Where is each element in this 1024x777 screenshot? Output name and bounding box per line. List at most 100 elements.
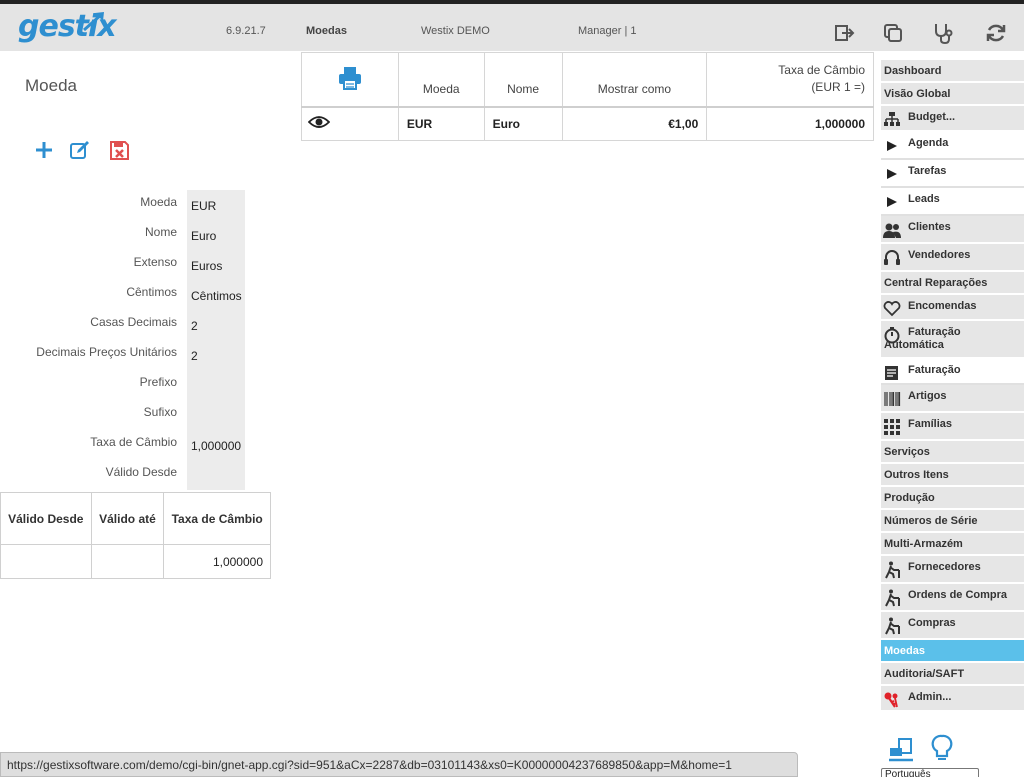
form-value[interactable]: Euros <box>187 250 245 280</box>
sidebar-item-leads[interactable]: Leads <box>881 188 1024 216</box>
version-label: 6.9.21.7 <box>226 25 266 37</box>
sidebar-item-ordens-compra[interactable]: Ordens de Compra <box>881 584 1024 612</box>
form-row-nome: Nome Euro <box>0 220 245 250</box>
language-select[interactable]: Português <box>881 768 979 777</box>
form-value[interactable]: EUR <box>187 190 245 220</box>
logout-icon[interactable] <box>833 22 855 44</box>
sidebar-item-familias[interactable]: Famílias <box>881 413 1024 441</box>
form-row-sufixo: Sufixo <box>0 400 245 430</box>
sidebar-item-servicos[interactable]: Serviços <box>881 441 1024 464</box>
sidebar-item-moedas[interactable]: Moedas <box>881 640 1024 663</box>
form-row-valido-desde: Válido Desde <box>0 460 245 490</box>
sidebar-item-auditoria-saft[interactable]: Auditoria/SAFT <box>881 663 1024 686</box>
play-icon <box>887 141 897 151</box>
cell-name: Euro <box>483 106 563 141</box>
sidebar-item-artigos[interactable]: Artigos <box>881 385 1024 413</box>
sidebar-item-dashboard[interactable]: Dashboard <box>881 60 1024 83</box>
warehouse-icon[interactable] <box>888 736 914 766</box>
sidebar-item-visao-global[interactable]: Visão Global <box>881 83 1024 106</box>
add-icon[interactable] <box>33 139 55 161</box>
stethoscope-icon[interactable] <box>932 22 954 44</box>
status-bar-url: https://gestixsoftware.com/demo/cgi-bin/… <box>0 752 798 777</box>
sidebar-item-label: Ordens de Compra <box>908 589 1008 601</box>
form-value[interactable]: Cêntimos <box>187 280 245 310</box>
user-label[interactable]: Manager | 1 <box>578 25 637 37</box>
printer-icon[interactable] <box>337 65 363 91</box>
sidebar-item-admin[interactable]: Admin... <box>881 686 1024 712</box>
sidebar-item-tarefas[interactable]: Tarefas <box>881 160 1024 188</box>
sidebar-item-label: Multi-Armazém <box>884 538 963 550</box>
cell-rate: 1,000000 <box>706 106 874 141</box>
column-header-nome[interactable]: Nome <box>483 52 563 108</box>
form-row-casas-decimais: Casas Decimais 2 <box>0 310 245 340</box>
sidebar-item-label: Produção <box>884 492 935 504</box>
grid-icon <box>884 419 900 435</box>
sidebar-item-label: Compras <box>908 617 956 629</box>
header-rate-line1: Taxa de Câmbio <box>778 62 865 77</box>
form-value[interactable] <box>187 400 245 430</box>
print-header[interactable] <box>301 52 399 108</box>
form-label: Extenso <box>133 255 177 269</box>
logo-arrow-icon <box>83 12 104 32</box>
sidebar-item-faturacao-automatica[interactable]: Faturação Automática <box>881 321 1024 359</box>
sidebar-item-outros-itens[interactable]: Outros Itens <box>881 464 1024 487</box>
sidebar-item-label: Clientes <box>908 221 951 233</box>
walker-icon <box>885 561 900 579</box>
sidebar-item-encomendas[interactable]: Encomendas <box>881 295 1024 321</box>
sidebar-item-producao[interactable]: Produção <box>881 487 1024 510</box>
column-header-moeda[interactable]: Moeda <box>397 52 485 108</box>
sidebar-item-label: Famílias <box>908 418 953 430</box>
form-row-taxa-cambio: Taxa de Câmbio 1,000000 <box>0 430 245 460</box>
table-header-row: Válido Desde Válido até Taxa de Câmbio <box>0 492 271 545</box>
form-value[interactable]: 1,000000 <box>187 430 245 460</box>
sidebar-item-central-reparacoes[interactable]: Central Reparações <box>881 272 1024 295</box>
sidebar-item-numeros-serie[interactable]: Números de Série <box>881 510 1024 533</box>
copy-window-icon[interactable] <box>882 22 904 44</box>
column-header[interactable]: Válido Desde <box>0 492 92 545</box>
stopwatch-icon <box>884 327 900 344</box>
refresh-icon[interactable] <box>985 22 1007 44</box>
header-rate-line2: (EUR 1 =) <box>811 79 865 94</box>
delete-icon[interactable] <box>108 139 130 161</box>
currencies-table: Moeda Nome Mostrar como Taxa de Câmbio (… <box>301 52 874 141</box>
form-label: Taxa de Câmbio <box>90 435 177 449</box>
sidebar-item-clientes[interactable]: Clientes <box>881 216 1024 244</box>
column-header-taxa-cambio[interactable]: Taxa de Câmbio (EUR 1 =) <box>706 52 874 108</box>
table-header-row: Moeda Nome Mostrar como Taxa de Câmbio (… <box>301 52 874 108</box>
sidebar-item-label: Moedas <box>884 645 925 657</box>
sidebar-item-faturacao[interactable]: Faturação <box>881 359 1024 385</box>
table-row[interactable]: 1,000000 <box>0 544 271 579</box>
form-label: Sufixo <box>143 405 177 419</box>
exchange-history-table: Válido Desde Válido até Taxa de Câmbio 1… <box>0 492 271 579</box>
keys-icon <box>884 692 898 708</box>
sidebar-item-agenda[interactable]: Agenda <box>881 132 1024 160</box>
sidebar-item-label: Agenda <box>908 137 949 149</box>
table-row[interactable]: EUR Euro €1,00 1,000000 <box>301 106 874 141</box>
view-cell[interactable] <box>301 106 399 141</box>
column-header[interactable]: Taxa de Câmbio <box>163 492 271 545</box>
sidebar-item-multi-armazem[interactable]: Multi-Armazém <box>881 533 1024 556</box>
sidebar-item-fornecedores[interactable]: Fornecedores <box>881 556 1024 584</box>
column-header-mostrar-como[interactable]: Mostrar como <box>561 52 708 108</box>
sidebar-item-label: Fornecedores <box>908 561 981 573</box>
form-value[interactable] <box>187 370 245 400</box>
form-label: Válido Desde <box>105 465 177 479</box>
edit-icon[interactable] <box>69 139 91 161</box>
sidebar-item-label: Auditoria/SAFT <box>884 668 965 680</box>
form-row-prefixo: Prefixo <box>0 370 245 400</box>
play-icon <box>887 197 897 207</box>
eye-icon[interactable] <box>307 115 331 129</box>
document-icon <box>885 366 898 380</box>
form-value[interactable]: 2 <box>187 310 245 340</box>
column-header[interactable]: Válido até <box>90 492 165 545</box>
lightbulb-icon[interactable] <box>929 734 955 764</box>
sidebar-item-label: Faturação <box>908 364 961 376</box>
form-row-centimos: Cêntimos Cêntimos <box>0 280 245 310</box>
sidebar-item-compras[interactable]: Compras <box>881 612 1024 640</box>
sidebar-item-vendedores[interactable]: Vendedores <box>881 244 1024 272</box>
form-value[interactable]: Euro <box>187 220 245 250</box>
sidebar-item-budget[interactable]: Budget... <box>881 106 1024 132</box>
company-label[interactable]: Westix DEMO <box>421 25 490 37</box>
form-value[interactable] <box>187 460 245 490</box>
form-value[interactable]: 2 <box>187 340 245 370</box>
